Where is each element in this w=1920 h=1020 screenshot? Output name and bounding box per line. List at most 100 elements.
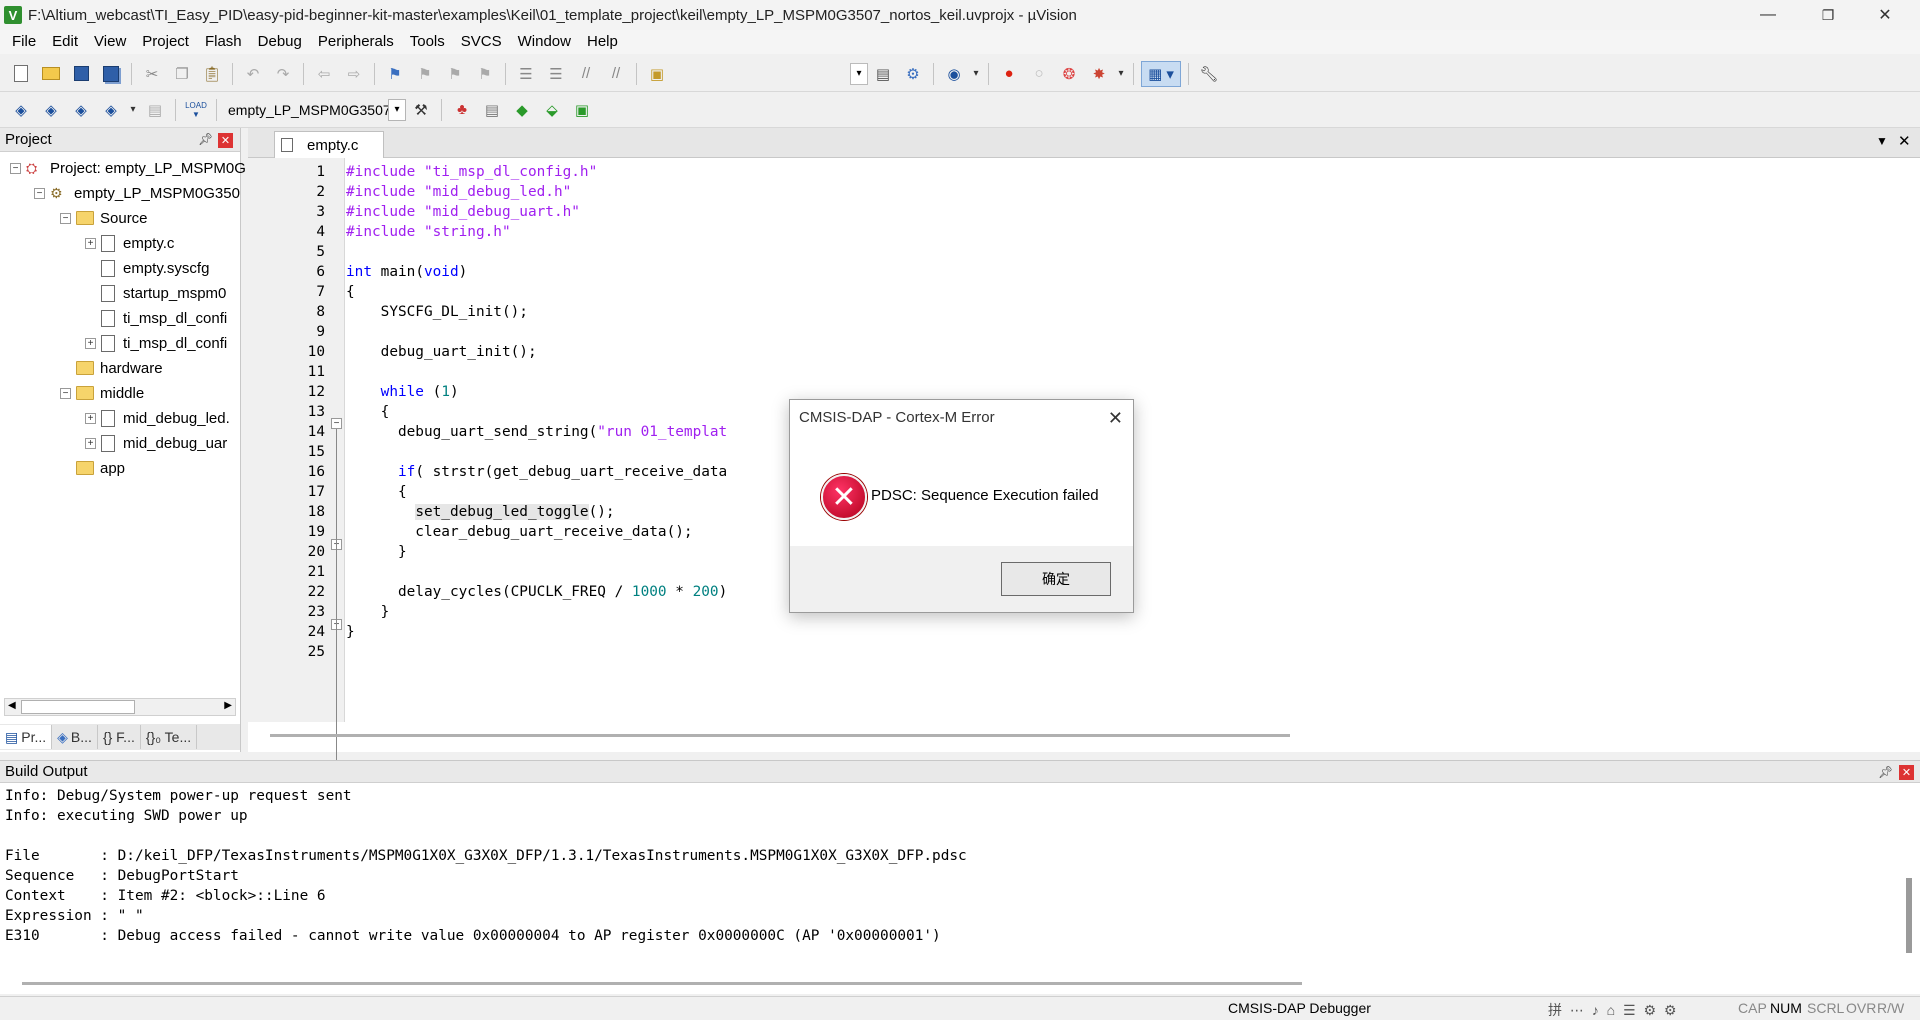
navigate-back-icon[interactable]: ⇦ <box>311 61 337 87</box>
find-combo-dropdown[interactable]: ▾ <box>850 62 868 85</box>
tree-item[interactable]: + mid_debug_uar <box>85 431 227 455</box>
close-pane-icon[interactable]: ✕ <box>1899 765 1914 780</box>
target-select-dropdown[interactable]: ▾ <box>388 98 406 121</box>
debug-dropdown-icon[interactable]: ▾ <box>971 61 981 87</box>
manage-components-icon[interactable]: ▤ <box>479 97 505 123</box>
menu-svcs[interactable]: SVCS <box>453 30 510 54</box>
fold-toggle-line-7[interactable]: − <box>331 418 342 429</box>
unindent-icon[interactable]: ☰ <box>543 61 569 87</box>
undo-icon[interactable]: ↶ <box>240 61 266 87</box>
menu-tools[interactable]: Tools <box>402 30 453 54</box>
redo-icon[interactable]: ↷ <box>270 61 296 87</box>
close-pane-icon[interactable]: ✕ <box>218 133 233 148</box>
bookmark-icon[interactable]: ⚑ <box>382 61 408 87</box>
menu-help[interactable]: Help <box>579 30 626 54</box>
enable-breakpoint-icon[interactable]: ○ <box>1026 61 1052 87</box>
project-horizontal-scrollbar[interactable]: ◀ ▶ <box>4 698 236 716</box>
dialog-close-icon[interactable]: ✕ <box>1108 408 1123 429</box>
disable-breakpoints-icon[interactable]: ❂ <box>1056 61 1082 87</box>
collapse-toggle-icon[interactable]: − <box>34 187 45 199</box>
scroll-left-icon[interactable]: ◀ <box>8 700 16 711</box>
menu-view[interactable]: View <box>86 30 134 54</box>
build-icon[interactable]: ◈ <box>38 97 64 123</box>
ok-button[interactable]: 确定 <box>1001 562 1111 596</box>
pin-icon[interactable]: 📌︎ <box>198 132 213 146</box>
collapse-toggle-icon[interactable]: − <box>10 162 21 174</box>
expand-toggle-icon[interactable]: + <box>85 337 96 349</box>
find-in-files-icon[interactable]: ▣ <box>644 61 670 87</box>
copy-icon[interactable]: ❐ <box>169 61 195 87</box>
tree-item[interactable]: − ⚙ empty_LP_MSPM0G350 <box>34 181 240 205</box>
tree-item[interactable]: + empty.c <box>85 231 174 255</box>
find-icon[interactable]: ▤ <box>870 61 896 87</box>
scroll-thumb[interactable] <box>21 700 135 714</box>
target-select[interactable]: empty_LP_MSPM0G3507_ <box>222 99 398 121</box>
tab-books[interactable]: ◈ B... <box>52 725 98 749</box>
tab-empty-c[interactable]: empty.c <box>274 131 384 158</box>
select-packs-icon[interactable]: ◆ <box>509 97 535 123</box>
download-icon[interactable]: LOAD ▼ <box>183 97 209 123</box>
ime-icons[interactable]: 拼 ⋯ ♪ ⌂ ☰ ⚙ ⚙ <box>1548 1000 1678 1020</box>
kill-breakpoints-icon[interactable]: ✸ <box>1086 61 1112 87</box>
tree-item[interactable]: hardware <box>60 356 163 380</box>
expand-toggle-icon[interactable]: + <box>85 437 96 449</box>
incremental-find-icon[interactable]: ⚙ <box>900 61 926 87</box>
menu-debug[interactable]: Debug <box>250 30 310 54</box>
expand-toggle-icon[interactable]: + <box>85 412 96 424</box>
expand-toggle-icon[interactable]: + <box>85 237 96 249</box>
save-all-icon[interactable] <box>98 61 124 87</box>
batch-build-icon[interactable]: ◈ <box>98 97 124 123</box>
tree-item[interactable]: startup_mspm0 <box>85 281 226 305</box>
build-output-vertical-scrollbar[interactable] <box>1906 878 1912 953</box>
tree-item[interactable]: ti_msp_dl_confi <box>85 306 227 330</box>
menu-window[interactable]: Window <box>510 30 579 54</box>
menu-peripherals[interactable]: Peripherals <box>310 30 402 54</box>
collapse-toggle-icon[interactable]: − <box>60 387 71 399</box>
cut-icon[interactable]: ✂ <box>139 61 165 87</box>
tab-list-dropdown-icon[interactable]: ▼ <box>1876 134 1888 148</box>
editor-horizontal-scrollbar[interactable] <box>270 734 1290 737</box>
comment-icon[interactable]: // <box>573 61 599 87</box>
menu-project[interactable]: Project <box>134 30 197 54</box>
collapse-toggle-icon[interactable]: − <box>60 212 71 224</box>
tree-item[interactable]: + ti_msp_dl_confi <box>85 331 227 355</box>
minimize-button[interactable]: — <box>1745 0 1791 30</box>
restore-button[interactable]: ❐ <box>1805 0 1851 30</box>
tree-item[interactable]: empty.syscfg <box>85 256 209 280</box>
navigate-forward-icon[interactable]: ⇨ <box>341 61 367 87</box>
window-layout-icon[interactable]: ▦ ▾ <box>1141 60 1181 87</box>
tab-functions[interactable]: {} F... <box>98 725 141 749</box>
clear-bookmarks-icon[interactable]: ⚑ <box>472 61 498 87</box>
configure-icon[interactable]: 🔧︎ <box>1196 61 1222 87</box>
translate-icon[interactable]: ◈ <box>8 97 34 123</box>
pin-icon[interactable]: 📌︎ <box>1878 765 1893 779</box>
target-options-icon[interactable]: ⚒ <box>408 97 434 123</box>
save-icon[interactable] <box>68 61 94 87</box>
tree-item[interactable]: − middle <box>60 381 144 405</box>
tab-project[interactable]: ▤ Pr... <box>0 725 53 749</box>
next-bookmark-icon[interactable]: ⚑ <box>442 61 468 87</box>
debug-session-icon[interactable]: ◉ <box>941 61 967 87</box>
menu-edit[interactable]: Edit <box>44 30 86 54</box>
prev-bookmark-icon[interactable]: ⚑ <box>412 61 438 87</box>
menu-flash[interactable]: Flash <box>197 30 250 54</box>
tab-templates[interactable]: {}₀ Te... <box>141 725 198 749</box>
tree-item[interactable]: app <box>60 456 125 480</box>
build-output-horizontal-scrollbar[interactable] <box>22 982 1302 985</box>
breakpoint-dropdown-icon[interactable]: ▾ <box>1116 61 1126 87</box>
close-editor-icon[interactable]: ✕ <box>1898 132 1911 150</box>
run-time-environment-icon[interactable]: ▣ <box>569 97 595 123</box>
paste-icon[interactable]: 📋︎ <box>199 61 225 87</box>
uncomment-icon[interactable]: // <box>603 61 629 87</box>
batch-dropdown-icon[interactable]: ▾ <box>128 97 138 123</box>
new-file-icon[interactable] <box>8 61 34 87</box>
open-folder-icon[interactable] <box>38 61 64 87</box>
tree-item[interactable]: − ⛭ Project: empty_LP_MSPM0G <box>10 156 246 180</box>
file-extensions-icon[interactable]: ♣ <box>449 97 475 123</box>
scroll-right-icon[interactable]: ▶ <box>224 700 232 711</box>
pack-installer-icon[interactable]: ⬙ <box>539 97 565 123</box>
insert-breakpoint-icon[interactable]: ● <box>996 61 1022 87</box>
indent-icon[interactable]: ☰ <box>513 61 539 87</box>
menu-file[interactable]: File <box>4 30 44 54</box>
close-window-button[interactable]: ✕ <box>1862 0 1908 30</box>
